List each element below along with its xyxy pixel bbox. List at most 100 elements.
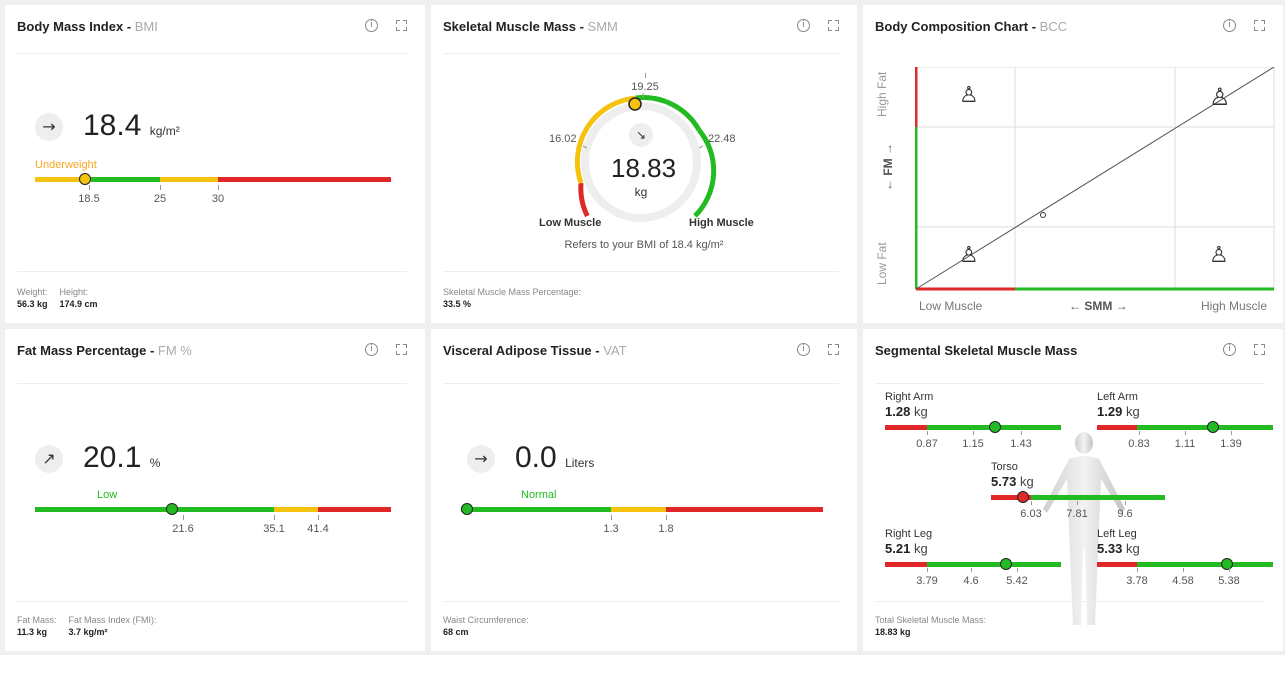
fm-marker [166,503,178,515]
right-arm-value: 1.28 kg [885,404,928,419]
left-leg-bar [1097,562,1273,567]
left-arm-tick: 0.83 [1121,431,1157,450]
smm-low-label: Low Muscle [539,217,602,229]
seg-card: Segmental Skeletal Muscle Mass i Right A… [863,329,1283,651]
left-arm-label: Left Arm [1097,391,1138,403]
vat-card: Visceral Adipose Tissue - VAT i → 0.0 Li… [431,329,857,651]
vat-range-label: Normal [521,489,557,501]
trend-arrow-icon: ↗ [35,445,63,473]
smm-top-value: 19.25 [625,73,665,93]
fm-range-bar [35,507,391,512]
person-obese-low-muscle-icon: ♙ [959,83,979,108]
smm-right-value: 22.48 [708,133,736,145]
vat-footer: Waist Circumference: 68 cm [443,615,529,637]
smm-unit: kg [634,185,648,199]
info-icon[interactable]: i [365,343,378,356]
left-leg-value: 5.33 kg [1097,541,1140,556]
bmi-tick: 25 [140,185,180,205]
expand-icon[interactable] [396,344,407,355]
right-arm-tick: 1.15 [955,431,991,450]
divider [443,53,839,54]
bcc-title: Body Composition Chart - BCC [875,19,1068,34]
bmi-tick: 30 [198,185,238,205]
expand-icon[interactable] [828,344,839,355]
smm-title: Skeletal Muscle Mass - SMM [443,19,618,34]
divider [17,53,407,54]
bmi-marker [79,173,91,185]
trend-arrow-icon: → [467,445,495,473]
divider [443,601,839,602]
right-leg-label: Right Leg [885,528,933,540]
left-leg-tick: 5.38 [1211,568,1247,587]
smm-card: Skeletal Muscle Mass - SMM i 19.25 16.02… [431,5,857,323]
left-arm-bar [1097,425,1273,430]
torso-tick: 6.03 [1013,501,1049,520]
bcc-x-low: Low Muscle [919,299,983,313]
info-icon[interactable]: i [797,19,810,32]
torso-tick: 9.6 [1107,501,1143,520]
divider [443,383,839,384]
torso-value: 5.73 kg [991,474,1034,489]
info-icon[interactable]: i [1223,343,1236,356]
vat-title: Visceral Adipose Tissue - VAT [443,343,627,358]
left-leg-tick: 3.78 [1119,568,1155,587]
fm-range-label: Low [97,489,118,501]
fm-footer: Fat Mass: 11.3 kg Fat Mass Index (FMI): 3.… [17,615,157,637]
divider [17,383,407,384]
right-arm-tick: 0.87 [909,431,945,450]
vat-value: 0.0 Liters [515,441,595,474]
right-leg-tick: 5.42 [999,568,1035,587]
divider [17,601,407,602]
left-leg-label: Left Leg [1097,528,1137,540]
seg-footer: Total Skeletal Muscle Mass: 18.83 kg [875,615,987,637]
person-muscular-icon: ♙ [1209,243,1229,268]
trend-arrow-icon: → [35,113,63,141]
right-leg-value: 5.21 kg [885,541,928,556]
fm-tick: 21.6 [163,515,203,535]
bmi-footer: Weight: 56.3 kg Height: 174.9 cm [17,287,98,309]
smm-high-label: High Muscle [689,217,754,229]
info-icon[interactable]: i [797,343,810,356]
torso-tick: 7.81 [1059,501,1095,520]
vat-tick: 1.3 [591,515,631,535]
bmi-range-label: Underweight [35,159,97,171]
bcc-x-axis: ← SMM → [1069,299,1128,313]
bmi-tick: 18.5 [69,185,109,205]
expand-icon[interactable] [1254,344,1265,355]
right-arm-bar [885,425,1061,430]
divider [875,601,1265,602]
fm-title: Fat Mass Percentage - FM % [17,343,192,358]
expand-icon[interactable] [396,20,407,31]
divider [875,383,1265,384]
left-arm-value: 1.29 kg [1097,404,1140,419]
fm-card: Fat Mass Percentage - FM % i ↗ 20.1 % Lo… [5,329,425,651]
fm-value: 20.1 % [83,441,161,474]
bmi-value: 18.4 kg/m² [83,109,180,142]
bcc-y-low: Low Fat [875,242,889,285]
left-leg-tick: 4.58 [1165,568,1201,587]
divider [443,271,839,272]
right-leg-tick: 3.79 [909,568,945,587]
trend-arrow-icon: ↘ [629,123,653,147]
info-icon[interactable]: i [365,19,378,32]
torso-label: Torso [991,461,1018,473]
person-obese-high-muscle-icon: ♙ [1209,83,1231,111]
expand-icon[interactable] [1254,20,1265,31]
expand-icon[interactable] [828,20,839,31]
vat-marker [461,503,473,515]
fm-tick: 41.4 [298,515,338,535]
left-arm-tick: 1.39 [1213,431,1249,450]
smm-left-value: 16.02 [549,133,577,145]
seg-title: Segmental Skeletal Muscle Mass [875,343,1078,358]
smm-value: 18.83 [611,153,677,183]
person-thin-icon: ♙ [959,243,979,268]
fm-tick: 35.1 [254,515,294,535]
bcc-card: Body Composition Chart - BCC i ♙ ♙ ♙ ♙ H… [863,5,1283,323]
bcc-x-high: High Muscle [1201,299,1268,313]
divider [17,271,407,272]
page-bottom-strip [0,655,1285,683]
info-icon[interactable]: i [1223,19,1236,32]
smm-footer: Skeletal Muscle Mass Percentage: 33.5 % [443,287,582,309]
bcc-y-high: High Fat [875,71,889,117]
left-arm-tick: 1.11 [1167,431,1203,450]
